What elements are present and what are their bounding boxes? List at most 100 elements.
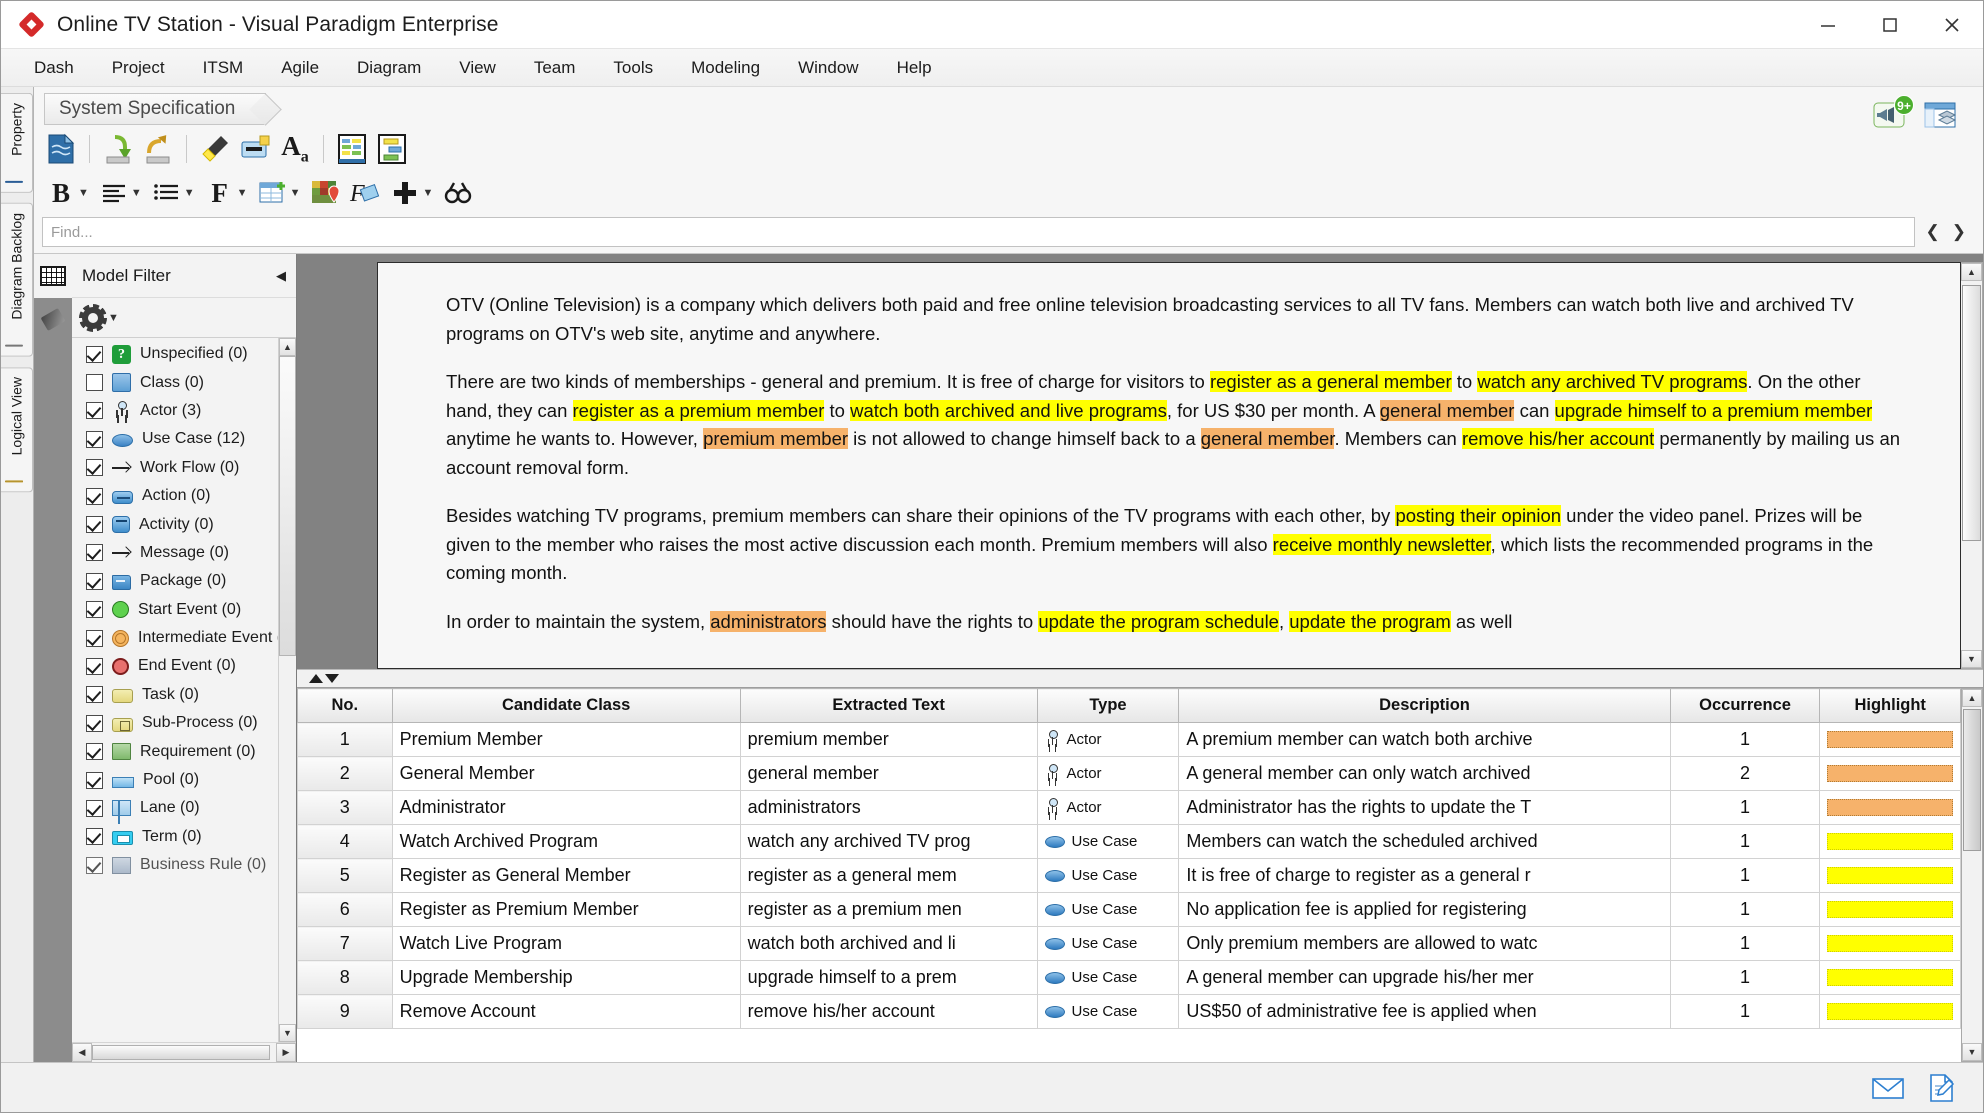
- open-panel-icon[interactable]: [1923, 101, 1959, 131]
- font-icon[interactable]: F: [201, 174, 239, 212]
- list-item[interactable]: Action (0): [72, 482, 278, 510]
- chevron-down-icon[interactable]: ▼: [78, 187, 89, 199]
- list-item[interactable]: Package (0): [72, 567, 278, 595]
- bold-icon[interactable]: B: [42, 174, 80, 212]
- list-icon[interactable]: [148, 174, 186, 212]
- list-item[interactable]: Business Rule (0): [72, 851, 278, 879]
- chevron-down-icon[interactable]: ▼: [131, 187, 142, 199]
- scrollbar-thumb[interactable]: [1962, 285, 1981, 541]
- scrollbar-thumb[interactable]: [1963, 709, 1981, 851]
- table-row[interactable]: 7 Watch Live Program watch both archived…: [297, 926, 1961, 961]
- search-input[interactable]: [42, 217, 1915, 247]
- table-row[interactable]: 4 Watch Archived Program watch any archi…: [297, 824, 1961, 859]
- grid-table-icon[interactable]: [34, 254, 72, 298]
- menu-item-dash[interactable]: Dash: [15, 53, 93, 83]
- splitter-down-icon[interactable]: [325, 674, 339, 683]
- menu-item-window[interactable]: Window: [779, 53, 877, 83]
- font-format-icon[interactable]: Aa: [276, 130, 314, 168]
- chevron-down-icon[interactable]: ▼: [237, 187, 248, 199]
- sidebar-tab-logical-view[interactable]: Logical View: [1, 366, 33, 492]
- format-shape-icon[interactable]: F: [346, 174, 384, 212]
- insert-table-icon[interactable]: [254, 174, 292, 212]
- mail-envelope-icon[interactable]: [1871, 1073, 1905, 1103]
- sidebar-tab-property[interactable]: Property: [1, 93, 33, 193]
- scroll-down-icon[interactable]: ▼: [1962, 1043, 1982, 1061]
- table-row[interactable]: 8 Upgrade Membership upgrade himself to …: [297, 960, 1961, 995]
- chevron-down-icon[interactable]: ▼: [422, 187, 433, 199]
- breadcrumb-system-specification[interactable]: System Specification: [44, 93, 267, 125]
- scroll-down-icon[interactable]: ▼: [279, 1024, 296, 1042]
- list-item[interactable]: Work Flow (0): [72, 454, 278, 482]
- list-item[interactable]: Lane (0): [72, 794, 278, 822]
- menu-item-help[interactable]: Help: [878, 53, 951, 83]
- checkbox-pool[interactable]: [86, 771, 103, 789]
- list-item[interactable]: Task (0): [72, 681, 278, 709]
- list-item[interactable]: Actor (3): [72, 397, 278, 425]
- list-item[interactable]: Message (0): [72, 539, 278, 567]
- chevron-right-icon[interactable]: ❯: [1947, 222, 1971, 242]
- add-icon[interactable]: [386, 174, 424, 212]
- list-item[interactable]: Activity (0): [72, 510, 278, 538]
- table-vertical-scrollbar[interactable]: ▲ ▼: [1961, 688, 1983, 1062]
- checkbox-use-case[interactable]: [86, 430, 103, 448]
- table-row[interactable]: 9 Remove Account remove his/her account …: [297, 994, 1961, 1029]
- checkbox-end-event[interactable]: [86, 657, 103, 675]
- scrollbar-thumb[interactable]: [92, 1045, 270, 1060]
- scrollbar-thumb[interactable]: [279, 356, 296, 656]
- binoculars-find-icon[interactable]: [439, 174, 477, 212]
- document-properties-icon[interactable]: [42, 130, 80, 168]
- column-header-description[interactable]: Description: [1178, 688, 1671, 723]
- checkbox-package[interactable]: [86, 572, 103, 590]
- list-item[interactable]: Term (0): [72, 823, 278, 851]
- maximize-icon[interactable]: [1859, 1, 1921, 49]
- splitter-up-icon[interactable]: [309, 674, 323, 683]
- menu-item-itsm[interactable]: ITSM: [184, 53, 263, 83]
- column-header-extracted-text[interactable]: Extracted Text: [739, 688, 1038, 723]
- table-row[interactable]: 6 Register as Premium Member register as…: [297, 892, 1961, 927]
- panel-splitter[interactable]: [297, 669, 1983, 687]
- list-item[interactable]: Class (0): [72, 368, 278, 396]
- highlighter-icon[interactable]: [196, 130, 234, 168]
- list-item[interactable]: Intermediate Event (0): [72, 624, 296, 652]
- list-item[interactable]: End Event (0): [72, 652, 278, 680]
- menu-item-view[interactable]: View: [440, 53, 515, 83]
- minimize-icon[interactable]: [1797, 1, 1859, 49]
- list-item[interactable]: Sub-Process (0): [72, 709, 278, 737]
- column-header-no[interactable]: No.: [297, 688, 393, 723]
- checkbox-message[interactable]: [86, 544, 103, 562]
- checkbox-work-flow[interactable]: [86, 459, 103, 477]
- import-icon[interactable]: [99, 130, 137, 168]
- table-row[interactable]: 2 General Member general member Actor A …: [297, 756, 1961, 791]
- scrollbar-track[interactable]: [279, 356, 296, 1024]
- checkbox-term[interactable]: [86, 828, 103, 846]
- checkbox-lane[interactable]: [86, 799, 103, 817]
- menu-item-tools[interactable]: Tools: [594, 53, 672, 83]
- scrollbar-track[interactable]: [1962, 707, 1982, 1043]
- chevron-left-icon[interactable]: ❮: [1921, 222, 1945, 242]
- checkbox-action[interactable]: [86, 487, 103, 505]
- scroll-right-icon[interactable]: ▶: [276, 1043, 296, 1062]
- checkbox-intermediate-event[interactable]: [86, 629, 103, 647]
- checkbox-unspecified[interactable]: [86, 345, 103, 363]
- table-row[interactable]: 1 Premium Member premium member Actor A …: [297, 722, 1961, 757]
- chevron-down-icon[interactable]: ▼: [290, 187, 301, 199]
- annotate-icon[interactable]: [236, 130, 274, 168]
- list-item[interactable]: ? Unspecified (0): [72, 340, 278, 368]
- scroll-left-icon[interactable]: ◀: [72, 1043, 92, 1062]
- specification-document[interactable]: OTV (Online Television) is a company whi…: [377, 262, 1961, 669]
- column-header-occurrence[interactable]: Occurrence: [1669, 688, 1821, 723]
- checkbox-start-event[interactable]: [86, 601, 103, 619]
- list-item[interactable]: Pool (0): [72, 766, 278, 794]
- column-header-candidate-class[interactable]: Candidate Class: [391, 688, 741, 723]
- checkbox-actor[interactable]: [86, 402, 103, 420]
- scroll-down-icon[interactable]: ▼: [1961, 650, 1982, 668]
- collapse-left-icon[interactable]: ◀: [276, 268, 286, 284]
- menu-item-team[interactable]: Team: [515, 53, 595, 83]
- gear-icon[interactable]: [79, 303, 107, 332]
- table-row[interactable]: 3 Administrator administrators Actor Adm…: [297, 790, 1961, 825]
- scrollbar-track[interactable]: [1961, 281, 1982, 650]
- edit-document-icon[interactable]: [1925, 1073, 1959, 1103]
- list-item[interactable]: Requirement (0): [72, 737, 278, 765]
- checkbox-class[interactable]: [86, 374, 103, 392]
- document-vertical-scrollbar[interactable]: ▲ ▼: [1961, 262, 1983, 669]
